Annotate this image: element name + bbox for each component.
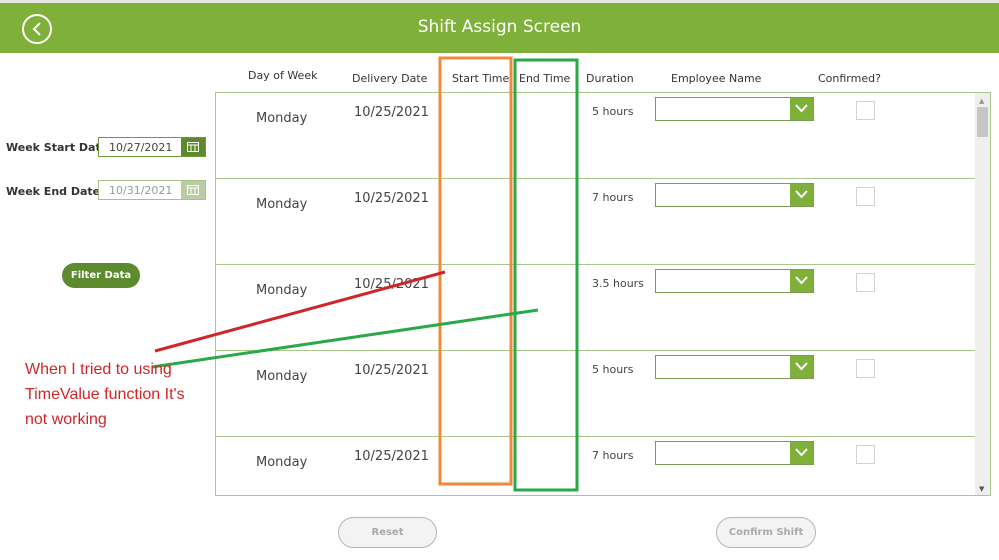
week-start-value: 10/27/2021 [109,141,173,154]
duration: 7 hours [592,191,634,204]
col-delivery-date: Delivery Date [352,72,428,85]
calendar-button[interactable] [181,138,205,156]
col-end-time: End Time [519,72,571,85]
annotation-text: When I tried to using TimeValue function… [25,361,185,428]
day-of-week: Monday [256,283,308,298]
col-day-of-week: Day of Week [248,69,318,82]
week-end-label: Week End Date [6,185,101,198]
reset-button[interactable]: Reset [338,517,437,548]
duration: 5 hours [592,363,634,376]
employee-dropdown[interactable] [655,269,814,293]
col-confirmed: Confirmed? [818,72,881,85]
duration: 7 hours [592,449,634,462]
confirmed-checkbox[interactable] [856,273,875,292]
week-start-label: Week Start Date [6,141,109,154]
week-end-value: 10/31/2021 [109,184,173,197]
delivery-date: 10/25/2021 [354,191,429,206]
employee-dropdown[interactable] [655,97,814,121]
employee-dropdown[interactable] [655,441,814,465]
employee-dropdown[interactable] [655,183,814,207]
day-of-week: Monday [256,455,308,470]
calendar-button[interactable] [181,181,205,199]
header-bar: Shift Assign Screen [0,3,999,53]
duration: 5 hours [592,105,634,118]
delivery-date: 10/25/2021 [354,449,429,464]
col-duration: Duration [586,72,634,85]
chevron-down-icon [795,448,808,457]
confirm-shift-button[interactable]: Confirm Shift [716,517,816,548]
employee-dropdown[interactable] [655,355,814,379]
calendar-icon [187,185,199,195]
week-end-date-picker[interactable]: 10/31/2021 [98,180,206,200]
table-row: Monday 10/25/2021 3.5 hours [216,265,976,351]
page-title: Shift Assign Screen [417,17,582,37]
table-row: Monday 10/25/2021 7 hours [216,437,976,495]
day-of-week: Monday [256,111,308,126]
delivery-date: 10/25/2021 [354,277,429,292]
confirmed-checkbox[interactable] [856,359,875,378]
day-of-week: Monday [256,197,308,212]
scroll-thumb[interactable] [977,107,988,137]
table-row: Monday 10/25/2021 5 hours [216,93,976,179]
delivery-date: 10/25/2021 [354,363,429,378]
day-of-week: Monday [256,369,308,384]
chevron-down-icon [795,190,808,199]
week-start-date-picker[interactable]: 10/27/2021 [98,137,206,157]
confirmed-checkbox[interactable] [856,187,875,206]
gallery-scrollbar[interactable]: ▲ ▼ [975,93,990,495]
shift-gallery: Monday 10/25/2021 5 hours Monday 10/25/2… [215,92,991,496]
scroll-down-icon[interactable]: ▼ [979,485,984,493]
filter-data-button[interactable]: Filter Data [62,263,140,288]
delivery-date: 10/25/2021 [354,105,429,120]
confirmed-checkbox[interactable] [856,101,875,120]
table-row: Monday 10/25/2021 5 hours [216,351,976,437]
duration: 3.5 hours [592,277,644,290]
chevron-down-icon [795,362,808,371]
col-employee-name: Employee Name [671,72,762,85]
chevron-down-icon [795,276,808,285]
confirmed-checkbox[interactable] [856,445,875,464]
chevron-down-icon [795,104,808,113]
col-start-time: Start Time [452,72,510,85]
calendar-icon [187,142,199,152]
table-row: Monday 10/25/2021 7 hours [216,179,976,265]
scroll-up-icon[interactable]: ▲ [979,97,984,105]
